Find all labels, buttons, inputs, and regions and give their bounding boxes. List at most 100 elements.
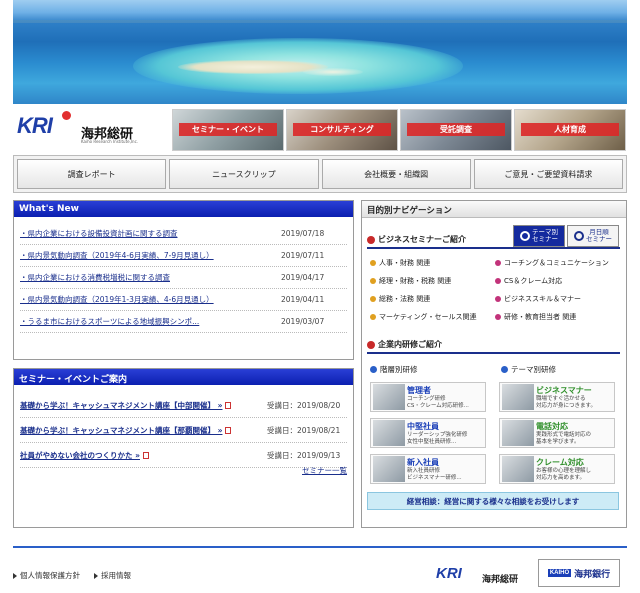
arrow-icon xyxy=(501,366,508,373)
footer-logo[interactable]: KRI 海邦総研 xyxy=(436,565,531,587)
category-accounting-tax[interactable]: 経理・財務・税務 関連 xyxy=(370,276,451,286)
seminar-title: セミナー・イベントご案内 xyxy=(14,369,353,385)
banner-contract-research[interactable]: 受託調査 xyxy=(400,109,512,151)
news-link[interactable]: ・県内景気動向調査（2019年4-6月実績、7-9月見通し） xyxy=(20,250,281,261)
footer-links: 個人情報保護方針 採用情報 xyxy=(13,570,131,581)
by-theme-heading: テーマ別研修 xyxy=(501,364,556,375)
footer-logo-name: 海邦総研 xyxy=(482,575,519,585)
card-title: クレーム対応 xyxy=(536,458,584,468)
banner-hr-development[interactable]: 人材育成 xyxy=(514,109,626,151)
purpose-nav-title: 目的別ナビゲーション xyxy=(362,201,626,218)
divider xyxy=(367,247,620,249)
nav-company-overview[interactable]: 会社概要・組織図 xyxy=(321,159,471,189)
horizon xyxy=(13,20,627,23)
seminar-link[interactable]: 基礎から学ぶ！キャッシュマネジメント講座【中部開催】 » xyxy=(20,401,222,410)
category-general-legal[interactable]: 総務・法務 関連 xyxy=(370,294,430,304)
list-item: 基礎から学ぶ！キャッシュマネジメント講座【中部開催】 » 受講日：2019/08/… xyxy=(20,393,347,418)
list-item: ・県内景気動向調査（2019年4-6月実績、7-9月見通し） 2019/07/11 xyxy=(20,245,347,267)
bank-logo[interactable]: KAIHO 海邦銀行 xyxy=(538,559,620,587)
footer-link-label: 個人情報保護方針 xyxy=(20,571,80,580)
list-item: 社員がやめない会社のつくりかた » 受講日：2019/09/13 xyxy=(20,443,347,468)
info-icon xyxy=(367,340,375,349)
card-title: 管理者 xyxy=(407,386,431,396)
magnifier-icon xyxy=(520,231,530,241)
logo-subtitle: Kaiho Research Institute,Inc. xyxy=(81,139,139,144)
card-new-employee[interactable]: 新入社員 新入社員研修 ビジネスマナー研修... xyxy=(370,454,486,484)
tab-date-seminar[interactable]: 月日順 セミナー xyxy=(567,225,619,247)
category-hr-finance[interactable]: 人事・財務 関連 xyxy=(370,258,430,268)
bank-name: 海邦銀行 xyxy=(574,569,611,580)
list-item: ・県内企業における設備投資計画に関する調査 2019/07/18 xyxy=(20,223,347,245)
category-business-skills[interactable]: ビジネススキル＆マナー xyxy=(495,294,581,304)
arrow-icon xyxy=(94,572,98,579)
category-label: マーケティング・セールス関連 xyxy=(379,313,477,321)
divider xyxy=(367,352,620,354)
category-trainers[interactable]: 研修・教育担当者 関連 xyxy=(495,312,576,322)
seminar-link[interactable]: 社員がやめない会社のつくりかた » xyxy=(20,451,140,460)
footer-link-recruit[interactable]: 採用情報 xyxy=(94,570,131,581)
seminar-date: 受講日：2019/09/13 xyxy=(267,450,341,460)
hero-image xyxy=(13,0,627,104)
by-level-label: 階層別研修 xyxy=(380,365,418,374)
business-seminar-heading: ビジネスセミナーご紹介 xyxy=(367,234,466,245)
arrow-icon xyxy=(13,572,17,579)
sandbar-small xyxy=(303,68,363,76)
tab-theme-seminar[interactable]: テーマ別 セミナー xyxy=(513,225,565,247)
nav-research-report[interactable]: 調査レポート xyxy=(17,159,167,189)
card-business-manners[interactable]: ビジネスマナー 職場ですぐ活かせる 対応力が身につきます。 xyxy=(499,382,615,412)
consult-banner[interactable]: 経営相談：経営に関する様々な相談をお受けします xyxy=(367,492,619,510)
news-date: 2019/04/17 xyxy=(281,273,325,282)
card-title: 電話対応 xyxy=(536,422,568,432)
bullet-icon xyxy=(495,314,501,320)
banner-label: セミナー・イベント xyxy=(179,123,277,136)
pdf-icon[interactable] xyxy=(225,427,232,434)
mid-level-photo xyxy=(373,420,405,446)
claims-handling-photo xyxy=(502,456,534,482)
category-cs-claims[interactable]: CS＆クレーム対応 xyxy=(495,276,562,286)
category-marketing-sales[interactable]: マーケティング・セールス関連 xyxy=(370,312,476,322)
logo-red-dot xyxy=(62,111,71,120)
seminar-list-link[interactable]: セミナー一覧 xyxy=(302,465,347,476)
logo-mark: KRI xyxy=(17,113,53,138)
pdf-icon[interactable] xyxy=(225,402,232,409)
card-desc: 職場ですぐ活かせる 対応力が身につきます。 xyxy=(536,396,596,409)
banner-seminar-event[interactable]: セミナー・イベント xyxy=(172,109,284,151)
banner-consulting[interactable]: コンサルティング xyxy=(286,109,398,151)
news-date: 2019/07/11 xyxy=(281,251,325,260)
news-link[interactable]: ・県内景気動向調査（2019年1-3月実績、4-6月見通し） xyxy=(20,294,281,305)
list-item: ・うるま市におけるスポーツによる地域振興シンポ... 2019/03/07 xyxy=(20,311,347,333)
bullet-icon xyxy=(370,260,376,266)
list-item: 基礎から学ぶ！キャッシュマネジメント講座【那覇開催】 » 受講日：2019/08/… xyxy=(20,418,347,443)
seminar-date: 受講日：2019/08/21 xyxy=(267,425,341,435)
info-icon xyxy=(367,235,375,244)
card-title: 中堅社員 xyxy=(407,422,439,432)
nav-news-clip[interactable]: ニュースクリップ xyxy=(169,159,319,189)
category-label: 経理・財務・税務 関連 xyxy=(379,277,452,285)
card-desc: リーダーシップ強化研修 女性中堅社員研修... xyxy=(407,432,468,445)
news-link[interactable]: ・県内企業における消費税増税に関する調査 xyxy=(20,272,281,283)
category-label: コーチング＆コミュニケーション xyxy=(504,259,609,267)
business-manners-photo xyxy=(502,384,534,410)
news-link[interactable]: ・県内企業における設備投資計画に関する調査 xyxy=(20,228,281,239)
tab-theme-label: テーマ別 セミナー xyxy=(532,227,558,243)
nav-feedback-request[interactable]: ご意見・ご要望資料請求 xyxy=(473,159,623,189)
footer-link-privacy[interactable]: 個人情報保護方針 xyxy=(13,570,80,581)
category-label: 総務・法務 関連 xyxy=(379,295,431,303)
footer-divider xyxy=(13,546,627,548)
category-coaching[interactable]: コーチング＆コミュニケーション xyxy=(495,258,609,268)
arrow-icon xyxy=(370,366,377,373)
site-logo[interactable]: KRI 海邦総研 Kaiho Research Institute,Inc. xyxy=(17,111,167,149)
card-desc: コーチング研修 CS・クレーム対応研修... xyxy=(407,396,469,409)
news-link[interactable]: ・うるま市におけるスポーツによる地域振興シンポ... xyxy=(20,316,281,327)
whats-new-panel: What's New ・県内企業における設備投資計画に関する調査 2019/07/… xyxy=(13,200,354,360)
tab-month-label: 月日順 セミナー xyxy=(586,227,612,243)
card-manager[interactable]: 管理者 コーチング研修 CS・クレーム対応研修... xyxy=(370,382,486,412)
seminar-link[interactable]: 基礎から学ぶ！キャッシュマネジメント講座【那覇開催】 » xyxy=(20,426,222,435)
card-claims-handling[interactable]: クレーム対応 お客様の心理を理解し 対応力を高めます。 xyxy=(499,454,615,484)
pdf-icon[interactable] xyxy=(142,452,149,459)
card-phone-handling[interactable]: 電話対応 実践形式で電話対応の 基本を学びます。 xyxy=(499,418,615,448)
category-label: CS＆クレーム対応 xyxy=(504,277,563,285)
whats-new-title: What's New xyxy=(14,201,353,217)
card-mid-level[interactable]: 中堅社員 リーダーシップ強化研修 女性中堅社員研修... xyxy=(370,418,486,448)
card-desc: 実践形式で電話対応の 基本を学びます。 xyxy=(536,432,592,445)
